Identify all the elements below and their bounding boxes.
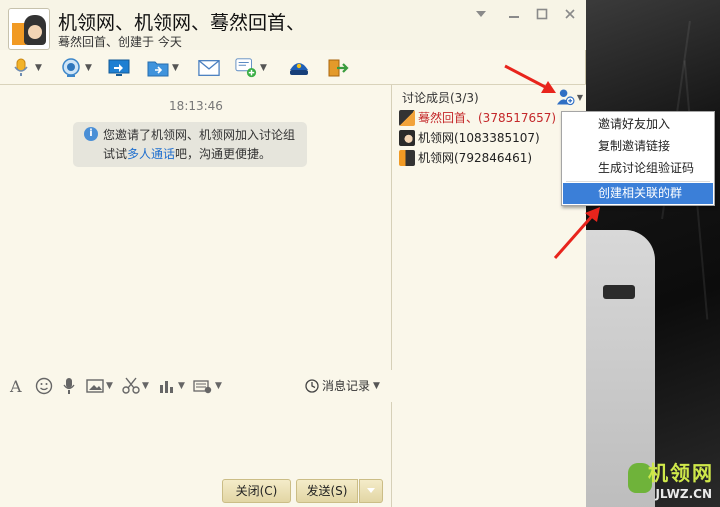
maximize-button[interactable]	[533, 8, 551, 24]
member-avatar	[399, 149, 415, 166]
svg-text:A: A	[9, 378, 22, 394]
more-tools-button[interactable]: ▼	[193, 376, 222, 396]
member-item[interactable]: 机领网(792846461)	[399, 148, 532, 167]
screenshot-button[interactable]: ▼	[122, 376, 149, 396]
menu-divider	[566, 181, 710, 182]
send-options-button[interactable]	[359, 479, 383, 503]
close-icon	[565, 9, 575, 19]
message-history-label: 消息记录	[322, 379, 371, 393]
member-name: 机领网(792846461)	[418, 151, 533, 165]
members-title: 讨论成员(3/3)	[402, 91, 479, 105]
close-button[interactable]: 关闭(C)	[222, 479, 291, 503]
scissors-icon	[122, 377, 140, 394]
member-avatar	[399, 129, 415, 146]
notice-text-end: 吧，沟通更便捷。	[175, 147, 272, 161]
window-subtitle: 蓦然回首、创建于 今天	[58, 35, 182, 49]
watermark-text-bottom: JLWZ.CN	[655, 487, 712, 501]
menu-item-copy-invite-link[interactable]: 复制邀请链接	[563, 136, 713, 157]
exit-group-button[interactable]	[327, 56, 349, 80]
system-notice: i 您邀请了机领网、机领网加入讨论组试试多人通话吧，沟通更便捷。	[73, 122, 307, 167]
avatar-face-shape	[28, 25, 42, 39]
message-timestamp: 18:13:46	[169, 99, 223, 113]
menu-item-invite-friends[interactable]: 邀请好友加入	[563, 114, 713, 135]
webcam-icon	[62, 58, 80, 77]
chevron-down-icon	[367, 488, 375, 493]
titlebar: 机领网、机领网、蓦然回首、 蓦然回首、创建于 今天	[0, 0, 586, 50]
send-button[interactable]: 发送(S)	[296, 479, 358, 503]
window-title: 机领网、机领网、蓦然回首、	[58, 12, 306, 34]
emoji-button[interactable]	[35, 376, 53, 396]
member-name: 蓦然回首、(378517657)	[418, 111, 557, 125]
minimize-button[interactable]	[505, 8, 523, 24]
bottom-action-bar: 关闭(C) 发送(S)	[0, 474, 392, 507]
info-icon: i	[84, 127, 98, 141]
folder-icon	[147, 61, 169, 77]
multi-party-call-link[interactable]: 多人通话	[127, 147, 175, 161]
microphone-icon	[63, 378, 75, 394]
watermark-logo: 机领网 JLWZ.CN	[628, 457, 716, 503]
member-item[interactable]: 蓦然回首、(378517657)	[399, 108, 556, 127]
maximize-icon	[536, 8, 548, 20]
member-avatar	[399, 109, 415, 126]
close-window-button[interactable]	[561, 8, 579, 24]
desktop-background-photo: 机领网 JLWZ.CN	[585, 0, 720, 507]
menu-item-create-related-group[interactable]: 创建相关联的群	[563, 183, 713, 204]
chevron-down-icon	[476, 11, 486, 17]
voice-message-button[interactable]	[62, 376, 76, 396]
font-a-icon: A	[9, 378, 22, 394]
clock-icon	[305, 378, 319, 393]
group-app-button[interactable]	[288, 56, 310, 80]
email-button[interactable]	[198, 56, 220, 80]
message-input-area[interactable]	[0, 402, 392, 474]
image-button[interactable]: ▼	[86, 376, 113, 396]
message-history-button[interactable]: 消息记录 ▼	[305, 377, 380, 394]
exit-door-icon	[328, 59, 349, 77]
smiley-icon	[35, 377, 53, 395]
watermark-text-top: 机领网	[648, 461, 714, 485]
video-call-button[interactable]: ▼	[60, 56, 92, 80]
input-toolbar: A ▼ ▼ ▼ ▼ 消息记录 ▼	[0, 370, 392, 402]
members-panel: 讨论成员(3/3) ▼ 蓦然回首、(378517657) 机领网(1083385…	[393, 85, 586, 507]
chevron-down-icon: ▼	[373, 380, 380, 391]
add-user-icon	[557, 89, 575, 106]
monitor-share-icon	[108, 59, 130, 76]
vote-chart-button[interactable]: ▼	[158, 376, 185, 396]
add-member-button[interactable]: ▼	[557, 88, 583, 106]
member-item[interactable]: 机领网(1083385107)	[399, 128, 540, 147]
minimize-icon	[509, 16, 519, 18]
window-menu-button[interactable]	[472, 8, 490, 24]
microphone-icon	[14, 58, 28, 76]
menu-item-generate-code[interactable]: 生成讨论组验证码	[563, 158, 713, 179]
envelope-icon	[198, 60, 220, 76]
font-button[interactable]: A	[9, 376, 25, 396]
add-member-menu: 邀请好友加入 复制邀请链接 生成讨论组验证码 创建相关联的群	[561, 111, 715, 206]
police-hat-icon	[290, 63, 308, 75]
message-add-icon	[235, 58, 257, 78]
chevron-down-icon: ▼	[576, 92, 583, 102]
background-shirt-buttons	[603, 285, 635, 299]
screen-share-button[interactable]	[108, 56, 130, 80]
discussion-group-window: 机领网、机领网、蓦然回首、 蓦然回首、创建于 今天 ▼ ▼ ▼ ▼ 18:13:…	[0, 0, 586, 507]
picture-icon	[86, 379, 104, 393]
keyboard-gear-icon	[193, 380, 212, 394]
member-name: 机领网(1083385107)	[418, 131, 540, 145]
chat-message-area[interactable]: 18:13:46 i 您邀请了机领网、机领网加入讨论组试试多人通话吧，沟通更便捷…	[0, 85, 392, 370]
voice-call-button[interactable]: ▼	[10, 56, 42, 80]
main-toolbar: ▼ ▼ ▼ ▼	[0, 52, 586, 84]
send-file-button[interactable]: ▼	[147, 56, 179, 80]
bar-chart-icon	[160, 381, 173, 393]
group-avatar[interactable]	[8, 8, 50, 50]
create-message-button[interactable]: ▼	[235, 56, 267, 80]
